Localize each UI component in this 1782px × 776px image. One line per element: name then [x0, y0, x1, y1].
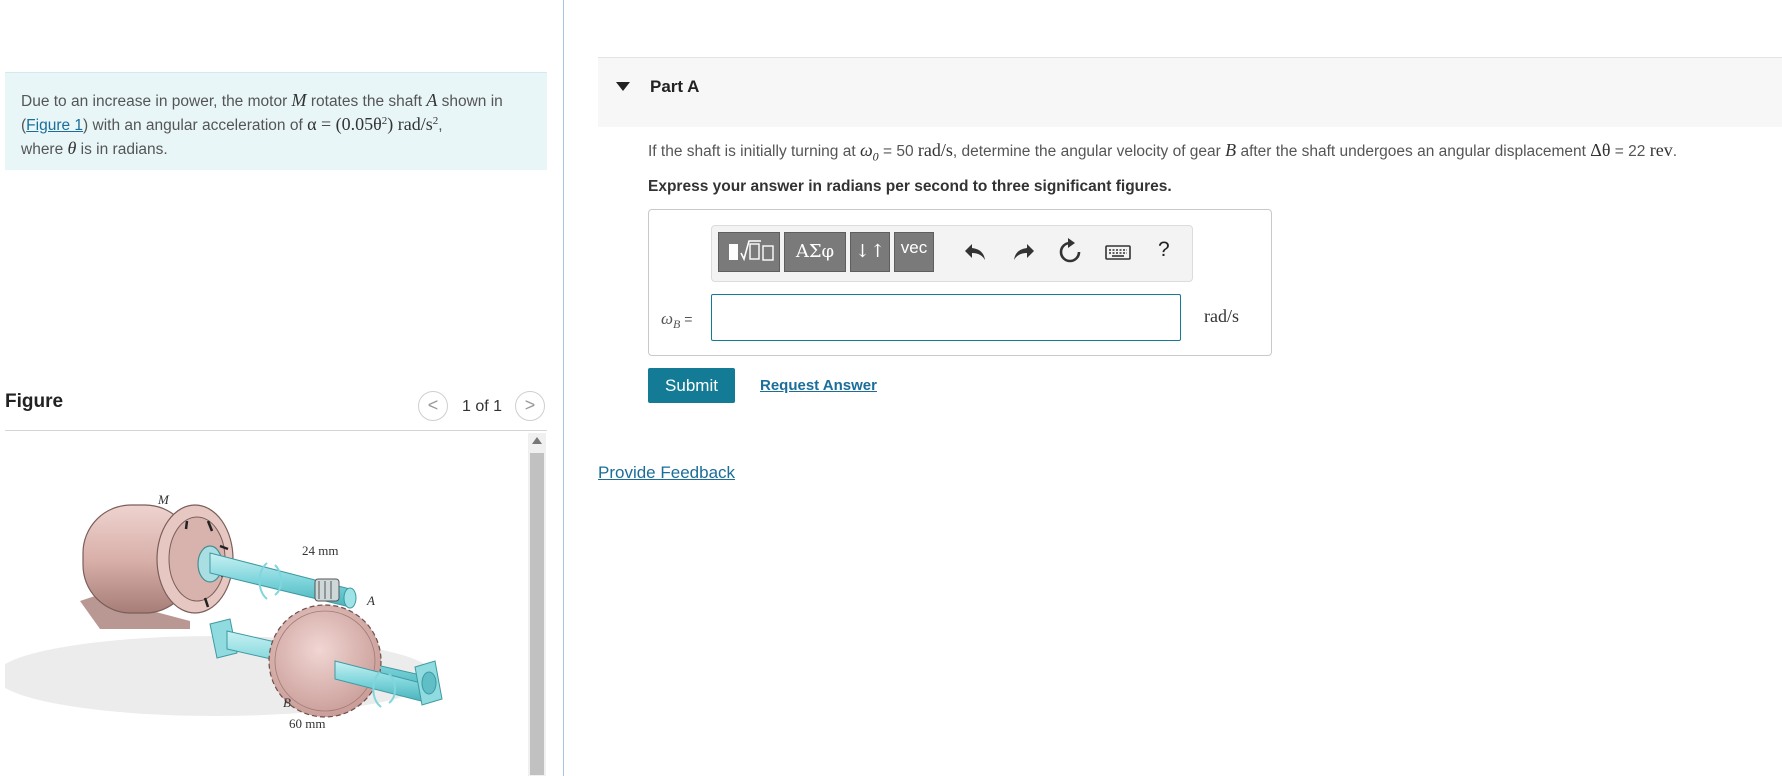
answer-unit: rad/s [1204, 306, 1239, 326]
redo-icon[interactable] [1007, 236, 1039, 268]
label-pinion-dimension: 24 mm [302, 543, 338, 558]
gear-shaft-diagram: M 24 mm A B 60 mm [5, 492, 443, 731]
problem-text: Due to an increase in power, the motor [21, 93, 292, 110]
label-shaft: A [366, 593, 375, 608]
answer-input[interactable] [711, 294, 1181, 341]
omega-unit: rad/s [917, 140, 953, 160]
problem-text: rotates the shaft [306, 93, 427, 110]
problem-text: ) with an angular acceleration of [83, 117, 308, 134]
part-a-header[interactable]: Part A [598, 57, 1782, 127]
templates-button[interactable] [718, 232, 780, 272]
collapse-caret-icon[interactable] [616, 82, 630, 91]
reset-icon[interactable] [1054, 236, 1086, 268]
problem-pane: Due to an increase in power, the motor M… [0, 0, 564, 776]
keyboard-icon[interactable] [1102, 236, 1134, 268]
omega-zero: ω0 [859, 140, 879, 164]
alpha-expression: α = (0.05θ2) rad/s2 [307, 114, 439, 134]
answer-instruction: Express your answer in radians per secon… [648, 178, 1172, 195]
math-toolbar: ΑΣφ ↓↑ vec ? [711, 225, 1193, 282]
help-button[interactable]: ? [1158, 238, 1170, 262]
figure-page-counter: 1 of 1 [462, 398, 503, 415]
answer-variable-label: ωB = [661, 309, 693, 331]
scrollbar-thumb[interactable] [530, 453, 544, 775]
label-gear-dimension: 60 mm [289, 716, 325, 731]
question-text: If the shaft is initially turning at ω0 … [648, 140, 1678, 164]
submit-button[interactable]: Submit [648, 368, 735, 403]
figure-image: M 24 mm A B 60 mm [5, 431, 547, 776]
greek-symbols-button[interactable]: ΑΣφ [784, 232, 846, 272]
delta-theta: Δθ [1590, 140, 1611, 160]
answer-box: ΑΣφ ↓↑ vec ? ωB = rad/s [648, 209, 1272, 356]
figure-scrollbar[interactable] [528, 433, 546, 776]
shaft-variable: A [426, 90, 438, 110]
rev-unit: rev [1649, 140, 1673, 160]
part-title: Part A [650, 77, 700, 96]
figure-link[interactable]: Figure 1 [26, 117, 83, 134]
next-figure-button[interactable]: > [515, 391, 545, 421]
problem-text: , [438, 117, 443, 134]
scroll-up-arrow-icon[interactable] [532, 437, 542, 444]
arrows-button[interactable]: ↓↑ [850, 232, 890, 272]
label-gear: B [283, 695, 291, 710]
problem-statement: Due to an increase in power, the motor M… [5, 72, 547, 170]
provide-feedback-link[interactable]: Provide Feedback [598, 463, 735, 483]
label-motor: M [157, 492, 170, 507]
problem-text: where [21, 141, 68, 158]
gear-variable: B [1225, 140, 1237, 160]
vector-button[interactable]: vec [894, 232, 934, 272]
motor-variable: M [291, 90, 307, 110]
figure-header: Figure < 1 of 1 > [5, 385, 547, 431]
templates-icon [729, 240, 774, 262]
figure-title: Figure [5, 391, 64, 412]
undo-icon[interactable] [960, 236, 992, 268]
problem-text: is in radians. [76, 141, 168, 158]
request-answer-link[interactable]: Request Answer [760, 377, 877, 394]
previous-figure-button[interactable]: < [418, 391, 448, 421]
